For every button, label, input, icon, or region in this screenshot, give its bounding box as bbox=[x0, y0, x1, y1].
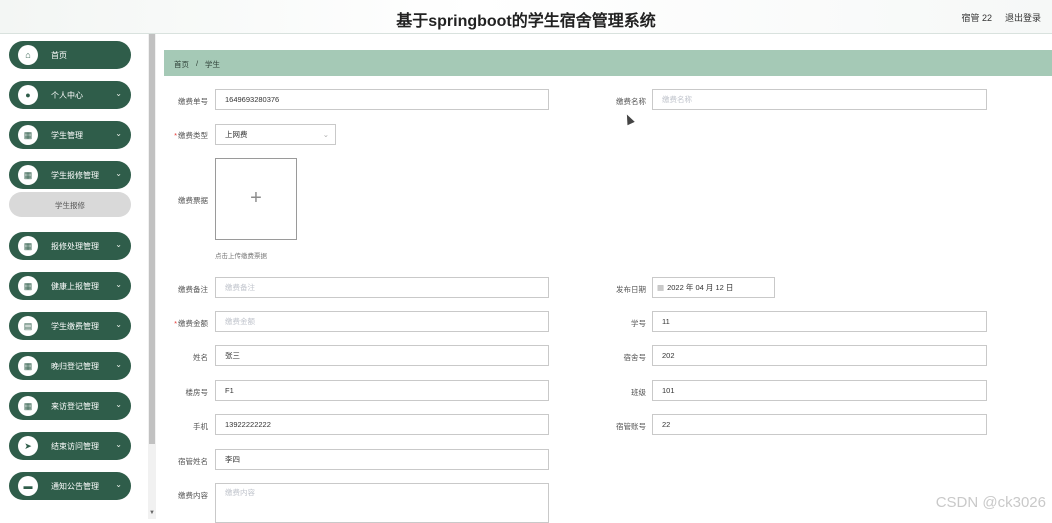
breadcrumb-separator: / bbox=[196, 59, 199, 68]
building-no-input[interactable]: F1 bbox=[215, 380, 549, 401]
billing-type-label: *缴费类型 bbox=[174, 131, 208, 140]
chevron-down-icon: ⌄ bbox=[115, 280, 122, 289]
sidebar-item[interactable]: ⌂ 首页 bbox=[9, 41, 131, 69]
billing-note-label: 缴费备注 bbox=[178, 285, 208, 294]
dorm-no-label: 宿舍号 bbox=[623, 353, 647, 362]
phone-label: 手机 bbox=[193, 422, 208, 431]
name-label: 姓名 bbox=[193, 353, 208, 362]
calendar-icon: ▦ bbox=[657, 283, 665, 292]
sidebar-item[interactable]: ▬ 通知公告管理 ⌄ bbox=[9, 472, 131, 500]
grid-icon: ▦ bbox=[18, 165, 38, 185]
sidebar-item-label: 通知公告管理 bbox=[51, 482, 99, 491]
chevron-down-icon: ⌄ bbox=[322, 130, 329, 139]
billing-type-select[interactable]: 上网费 ⌄ bbox=[215, 124, 336, 145]
billing-name-input[interactable]: 缴费名称 bbox=[652, 89, 987, 110]
sidebar-item[interactable]: ▦ 报修处理管理 ⌄ bbox=[9, 232, 131, 260]
send-icon: ➤ bbox=[18, 436, 38, 456]
chevron-down-icon: ⌄ bbox=[115, 89, 122, 98]
sidebar-item-label: 晚归登记管理 bbox=[51, 362, 99, 371]
chevron-down-icon: ⌄ bbox=[115, 440, 122, 449]
current-user: 宿管 22 bbox=[961, 13, 992, 23]
grid-icon: ▦ bbox=[18, 356, 38, 376]
sidebar-item-label: 首页 bbox=[51, 51, 67, 60]
billing-no-label: 缴费单号 bbox=[178, 97, 208, 106]
chevron-down-icon: ⌄ bbox=[115, 400, 122, 409]
breadcrumb-current: 学生 bbox=[205, 60, 220, 69]
billing-note-input[interactable]: 缴费备注 bbox=[215, 277, 549, 298]
chevron-down-icon: ⌄ bbox=[115, 480, 122, 489]
chevron-down-icon: ⌄ bbox=[115, 129, 122, 138]
billing-name-label: 缴费名称 bbox=[616, 97, 646, 106]
sidebar-item-label: 个人中心 bbox=[51, 91, 83, 100]
sidebar: ⌂ 首页 ● 个人中心 ⌄ ▦ 学生管理 ⌄ ▦ 学生报修管理 ⌄ ▦ 报修处理管理 ⌄ ▦ 健康上报管理 ⌄ ▤… bbox=[0, 34, 148, 519]
sidebar-item[interactable]: ▦ 晚归登记管理 ⌄ bbox=[9, 352, 131, 380]
sidebar-item[interactable]: ▦ 来访登记管理 ⌄ bbox=[9, 392, 131, 420]
billing-image-upload[interactable]: + bbox=[215, 158, 297, 240]
upload-hint: 点击上传缴费票据 bbox=[215, 253, 267, 260]
publish-date-label: 发布日期 bbox=[616, 285, 646, 294]
sidebar-item[interactable]: ▦ 学生报修管理 ⌄ bbox=[9, 161, 131, 189]
sidebar-scrollbar[interactable]: ▼ bbox=[148, 34, 156, 519]
sidebar-subitem-student-repair[interactable]: 学生报修 bbox=[9, 192, 131, 217]
required-mark: * bbox=[174, 131, 177, 140]
student-no-input[interactable]: 11 bbox=[652, 311, 987, 332]
dorm-no-input[interactable]: 202 bbox=[652, 345, 987, 366]
breadcrumb-home[interactable]: 首页 bbox=[174, 59, 189, 70]
user-icon: ● bbox=[18, 85, 38, 105]
name-input[interactable]: 张三 bbox=[215, 345, 549, 366]
billing-no-input[interactable]: 1649693280376 bbox=[215, 89, 549, 110]
sidebar-item[interactable]: ▦ 健康上报管理 ⌄ bbox=[9, 272, 131, 300]
sidebar-item-label: 学生管理 bbox=[51, 131, 83, 140]
manager-account-input[interactable]: 22 bbox=[652, 414, 987, 435]
required-mark: * bbox=[174, 319, 177, 328]
sidebar-item-label: 学生报修管理 bbox=[51, 171, 99, 180]
sidebar-item[interactable]: ▤ 学生缴费管理 ⌄ bbox=[9, 312, 131, 340]
phone-input[interactable]: 13922222222 bbox=[215, 414, 549, 435]
manager-account-label: 宿管账号 bbox=[616, 422, 646, 431]
chevron-down-icon: ⌄ bbox=[115, 169, 122, 178]
class-input[interactable]: 101 bbox=[652, 380, 987, 401]
class-label: 班级 bbox=[631, 388, 646, 397]
sidebar-item-label: 来访登记管理 bbox=[51, 402, 99, 411]
logout-link[interactable]: 退出登录 bbox=[1005, 11, 1041, 24]
clipboard-icon: ▤ bbox=[18, 316, 38, 336]
top-bar: 基于springboot的学生宿舍管理系统 宿管 22 退出登录 bbox=[0, 0, 1052, 34]
billing-image-label: 缴费票据 bbox=[178, 196, 208, 205]
plus-icon: + bbox=[250, 187, 262, 209]
chevron-down-icon: ⌄ bbox=[115, 240, 122, 249]
home-icon: ⌂ bbox=[18, 45, 38, 65]
sidebar-item-label: 学生缴费管理 bbox=[51, 322, 99, 331]
manager-name-input[interactable]: 李四 bbox=[215, 449, 549, 470]
content-label: 缴费内容 bbox=[178, 491, 208, 500]
publish-date-picker[interactable]: ▦ 2022 年 04 月 12 日 bbox=[652, 277, 775, 298]
sidebar-item-label: 报修处理管理 bbox=[51, 242, 99, 251]
mouse-cursor-icon bbox=[623, 112, 635, 126]
sidebar-subitem-label: 学生报修 bbox=[55, 201, 85, 210]
app-title: 基于springboot的学生宿舍管理系统 bbox=[396, 13, 656, 30]
watermark: CSDN @ck3026 bbox=[935, 494, 1046, 511]
grid-icon: ▦ bbox=[18, 276, 38, 296]
amount-input[interactable]: 缴费金额 bbox=[215, 311, 549, 332]
breadcrumb: 首页 / 学生 bbox=[164, 50, 1052, 76]
grid-icon: ▦ bbox=[18, 236, 38, 256]
chevron-down-icon: ⌄ bbox=[115, 320, 122, 329]
sidebar-item[interactable]: ▦ 学生管理 ⌄ bbox=[9, 121, 131, 149]
scroll-down-icon[interactable]: ▼ bbox=[148, 510, 156, 518]
scrollbar-thumb[interactable] bbox=[149, 34, 155, 444]
sidebar-item-label: 结束访问管理 bbox=[51, 442, 99, 451]
chevron-down-icon: ⌄ bbox=[115, 360, 122, 369]
manager-name-label: 宿管姓名 bbox=[178, 457, 208, 466]
content-textarea[interactable]: 缴费内容 bbox=[215, 483, 549, 523]
building-no-label: 楼房号 bbox=[185, 388, 209, 397]
student-no-label: 学号 bbox=[631, 319, 646, 328]
sidebar-item[interactable]: ● 个人中心 ⌄ bbox=[9, 81, 131, 109]
sidebar-item-label: 健康上报管理 bbox=[51, 282, 99, 291]
monitor-icon: ▬ bbox=[18, 476, 38, 496]
calendar-icon: ▦ bbox=[18, 396, 38, 416]
sidebar-item[interactable]: ➤ 结束访问管理 ⌄ bbox=[9, 432, 131, 460]
amount-label: *缴费金额 bbox=[174, 319, 208, 328]
grid-icon: ▦ bbox=[18, 125, 38, 145]
